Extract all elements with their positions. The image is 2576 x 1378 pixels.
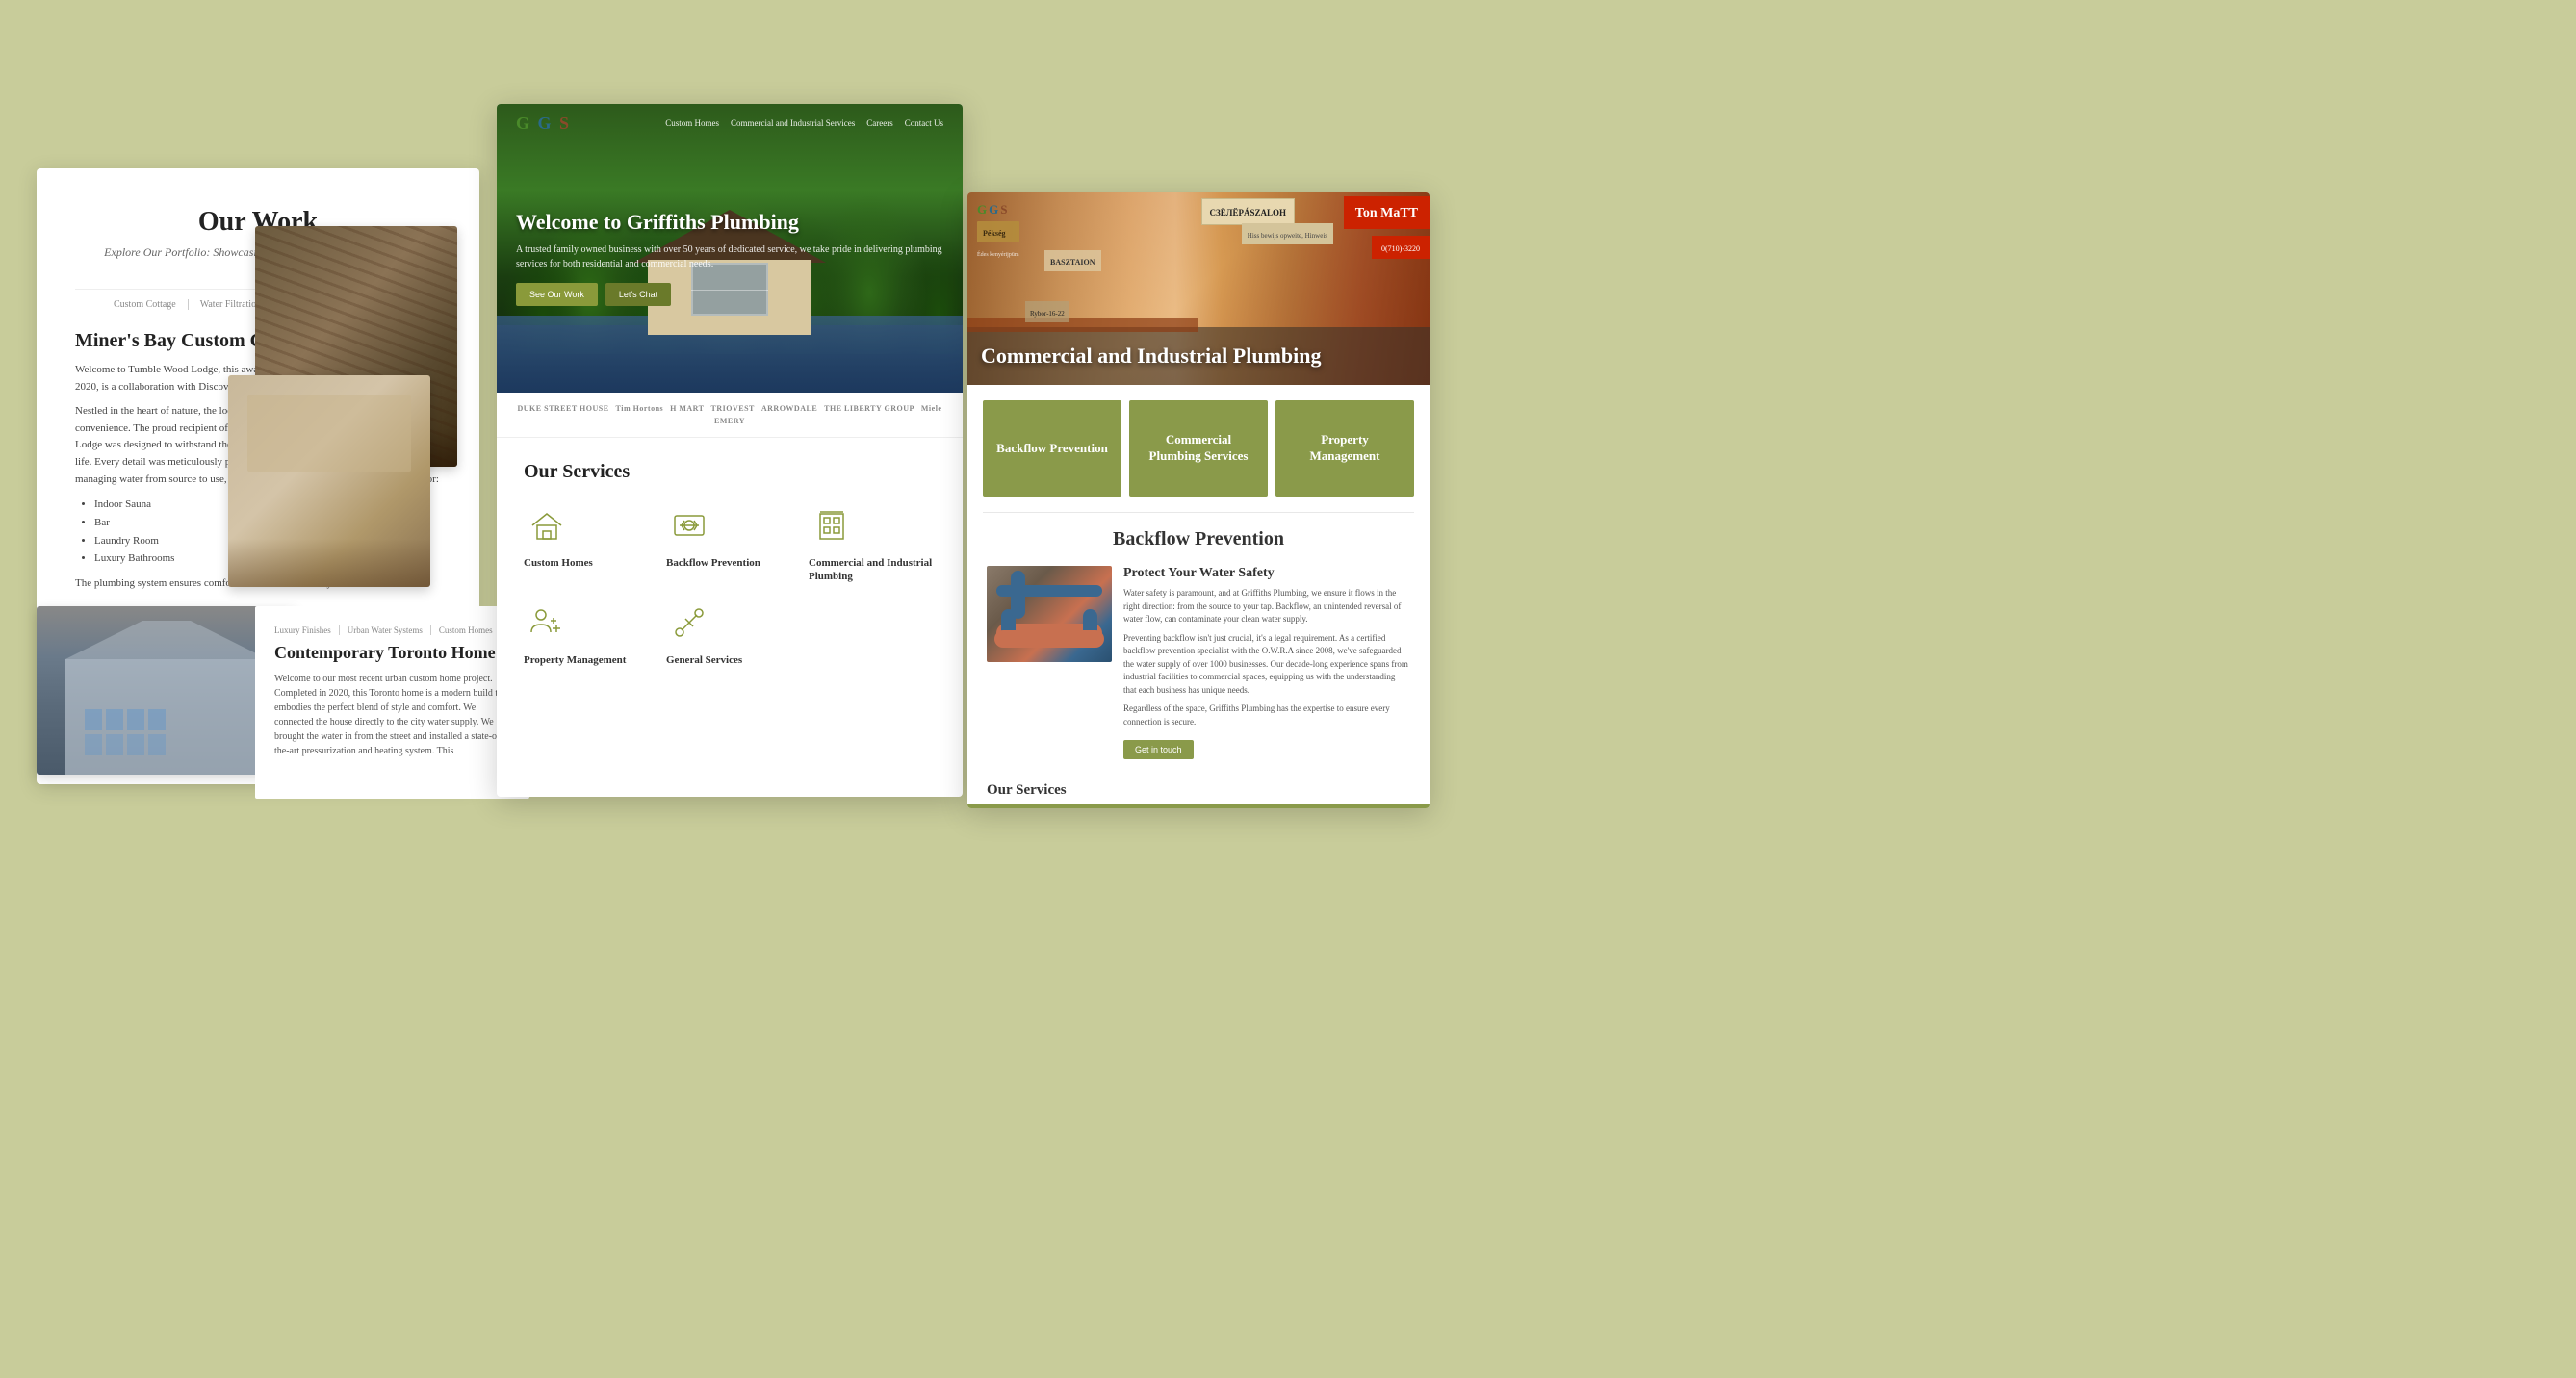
center-nav-links[interactable]: Custom Homes Commercial and Industrial S… xyxy=(665,118,943,128)
property-icon xyxy=(524,600,570,646)
center-hero: G G S Custom Homes Commercial and Indust… xyxy=(497,104,963,393)
basztaion-sign: BASZTAION xyxy=(1044,250,1101,271)
right-hero-title-area: Commercial and Industrial Plumbing xyxy=(981,344,1416,368)
brand-strip: DUKE STREET HOUSE Tim Hortons H MART TRI… xyxy=(497,393,963,438)
service-label-property: Property Management xyxy=(524,653,626,667)
hero-buttons: See Our Work Let's Chat xyxy=(516,283,943,306)
lets-chat-button[interactable]: Let's Chat xyxy=(605,283,671,306)
custom-homes-icon xyxy=(524,502,570,549)
right-logo-area: G G S Pékség Édes kenyérijpüm xyxy=(977,202,1019,261)
brand-8: EMERY xyxy=(714,417,745,425)
right-panel: G G S Pékség Édes kenyérijpüm СЗЁЛЁРÁSZA… xyxy=(967,192,1430,808)
nav-contact[interactable]: Contact Us xyxy=(905,118,943,128)
service-custom-homes: Custom Homes xyxy=(524,502,651,584)
card-property-label: Property Management xyxy=(1285,432,1404,465)
project-2-body: Welcome to our most recent urban custom … xyxy=(274,672,510,758)
service-property: Property Management xyxy=(524,600,651,667)
center-services: Our Services Custom Homes Backflow Preve… xyxy=(497,438,963,690)
commercial-icon xyxy=(809,502,855,549)
project-image-2 xyxy=(228,375,430,587)
backflow-body-1: Water safety is paramount, and at Griffi… xyxy=(1123,587,1410,626)
brand-4: TRIOVEST xyxy=(711,404,755,413)
lower-text-panel: Luxury Finishes Urban Water Systems Cust… xyxy=(255,606,529,799)
backflow-section-title: Backflow Prevention xyxy=(987,528,1410,550)
project-2-title: Contemporary Toronto Home xyxy=(274,643,510,664)
nav-careers[interactable]: Careers xyxy=(866,118,892,128)
lower-tag-3: Custom Homes xyxy=(439,625,501,635)
scroll-indicator xyxy=(967,804,1430,808)
center-nav: G G S Custom Homes Commercial and Indust… xyxy=(497,104,963,142)
service-label-general: General Services xyxy=(666,653,742,667)
lower-tag-1: Luxury Finishes xyxy=(274,625,340,635)
brand-5: ARROWDALE xyxy=(761,404,817,413)
nav-commercial[interactable]: Commercial and Industrial Services xyxy=(731,118,855,128)
backflow-image xyxy=(987,566,1112,662)
tom-matt-sign: Ton MaTT xyxy=(1344,196,1430,229)
brand-1: DUKE STREET HOUSE xyxy=(518,404,609,413)
hero-subtitle: A trusted family owned business with ove… xyxy=(516,242,943,271)
backflow-body-2: Preventing backflow isn't just crucial, … xyxy=(1123,632,1410,698)
right-service-cards: Backflow Prevention Commercial Plumbing … xyxy=(967,385,1430,512)
shop-sign-1: СЗЁЛЁРÁSZALОН xyxy=(1201,198,1295,225)
services-title: Our Services xyxy=(524,461,936,483)
brand-7: Miele xyxy=(921,404,942,413)
right-backflow-section: Backflow Prevention Protect Your Water S… xyxy=(967,513,1430,775)
shop-sign-2: Hiss bewijs opweite, Hinweis xyxy=(1242,223,1333,244)
hero-title: Welcome to Griffiths Plumbing xyxy=(516,210,943,235)
card-property-management[interactable]: Property Management xyxy=(1275,400,1414,497)
center-panel: G G S Custom Homes Commercial and Indust… xyxy=(497,104,963,797)
lower-tag-2: Urban Water Systems xyxy=(348,625,431,635)
center-logo: G G S xyxy=(516,114,571,134)
nav-custom-homes[interactable]: Custom Homes xyxy=(665,118,719,128)
backflow-icon xyxy=(666,502,712,549)
phone-sign: 0(710)-3220 xyxy=(1372,236,1430,259)
service-commercial: Commercial and Industrial Plumbing xyxy=(809,502,936,584)
right-hero-title: Commercial and Industrial Plumbing xyxy=(981,344,1416,368)
brand-6: THE LIBERTY GROUP xyxy=(824,404,914,413)
card-commercial-plumbing[interactable]: Commercial Plumbing Services xyxy=(1129,400,1268,497)
protect-title: Protect Your Water Safety xyxy=(1123,566,1410,581)
backflow-content: Protect Your Water Safety Water safety i… xyxy=(987,566,1410,759)
see-our-work-button[interactable]: See Our Work xyxy=(516,283,598,306)
get-in-touch-button[interactable]: Get in touch xyxy=(1123,740,1194,759)
card-backflow-label: Backflow Prevention xyxy=(996,441,1108,457)
card-backflow[interactable]: Backflow Prevention xyxy=(983,400,1121,497)
center-hero-text: Welcome to Griffiths Plumbing A trusted … xyxy=(516,210,943,306)
backflow-body-3: Regardless of the space, Griffiths Plumb… xyxy=(1123,702,1410,728)
rybor-sign: Rybor-16-22 xyxy=(1025,301,1069,322)
service-backflow: Backflow Prevention xyxy=(666,502,793,584)
card-commercial-label: Commercial Plumbing Services xyxy=(1139,432,1258,465)
right-our-services-label: Our Services xyxy=(967,775,1430,803)
service-label-homes: Custom Homes xyxy=(524,556,593,570)
general-icon xyxy=(666,600,712,646)
backflow-text: Protect Your Water Safety Water safety i… xyxy=(1123,566,1410,759)
brand-3: H MART xyxy=(670,404,704,413)
services-grid: Custom Homes Backflow Prevention Commerc… xyxy=(524,502,936,667)
brand-2: Tim Hortons xyxy=(616,404,664,413)
service-general: General Services xyxy=(666,600,793,667)
right-hero: G G S Pékség Édes kenyérijpüm СЗЁЛЁРÁSZA… xyxy=(967,192,1430,385)
lower-tags: Luxury Finishes Urban Water Systems Cust… xyxy=(274,625,510,635)
tag-custom-cottage: Custom Cottage xyxy=(114,299,189,310)
service-label-commercial: Commercial and Industrial Plumbing xyxy=(809,556,936,584)
service-label-backflow: Backflow Prevention xyxy=(666,556,760,570)
water-area xyxy=(497,325,963,393)
